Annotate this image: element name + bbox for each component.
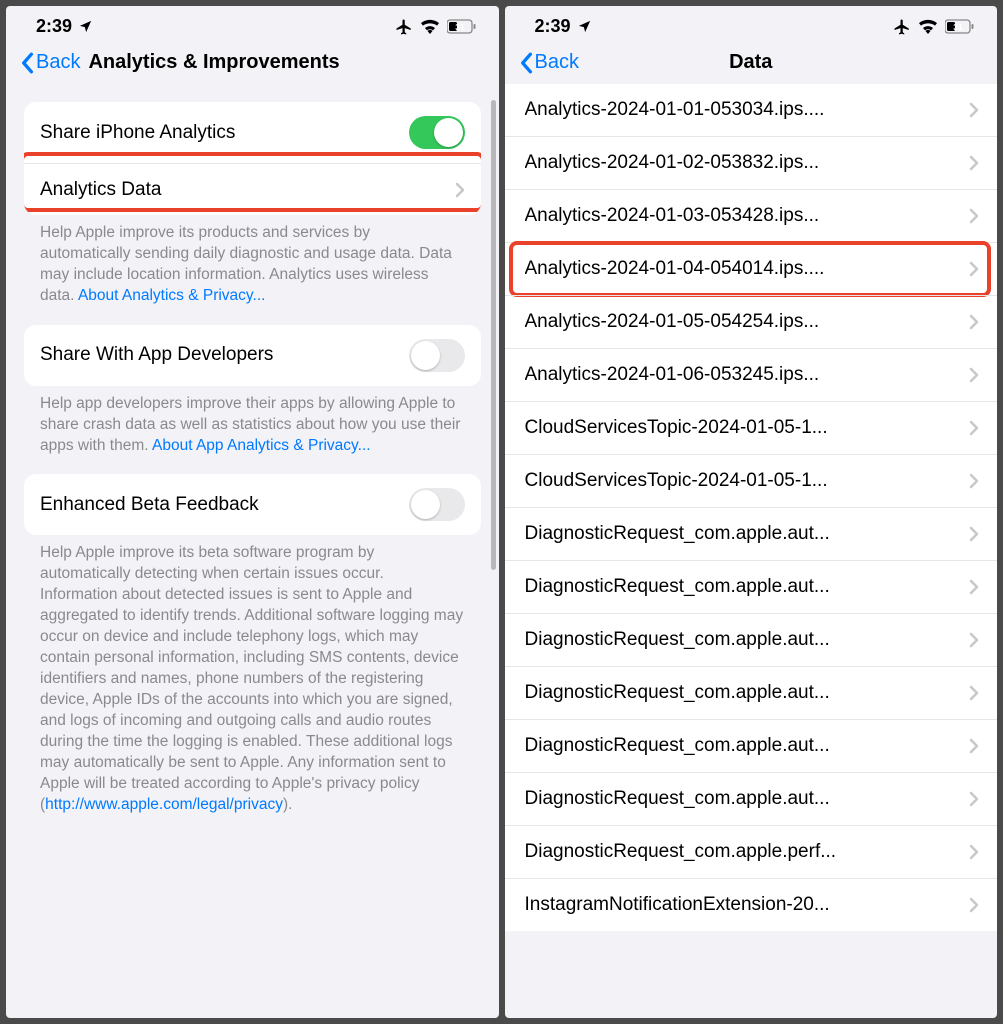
- data-row-label: DiagnosticRequest_com.apple.aut...: [525, 682, 970, 704]
- status-bar: 2:39 31: [6, 6, 499, 43]
- row-label: Share iPhone Analytics: [40, 122, 409, 144]
- data-row-label: Analytics-2024-01-02-053832.ips...: [525, 152, 970, 174]
- back-label: Back: [36, 51, 80, 74]
- data-row[interactable]: Analytics-2024-01-05-054254.ips...: [505, 295, 998, 348]
- link-privacy-policy[interactable]: http://www.apple.com/legal/privacy: [45, 796, 283, 813]
- toggle-beta-feedback[interactable]: [409, 488, 465, 521]
- data-row-label: Analytics-2024-01-05-054254.ips...: [525, 311, 970, 333]
- data-row[interactable]: DiagnosticRequest_com.apple.aut...: [505, 560, 998, 613]
- back-button[interactable]: Back: [20, 51, 80, 74]
- data-row-label: DiagnosticRequest_com.apple.aut...: [525, 523, 970, 545]
- row-beta-feedback[interactable]: Enhanced Beta Feedback: [24, 474, 481, 535]
- data-row-label: CloudServicesTopic-2024-01-05-1...: [525, 417, 970, 439]
- back-label: Back: [535, 51, 579, 74]
- chevron-right-icon: [969, 844, 979, 860]
- data-row-label: DiagnosticRequest_com.apple.aut...: [525, 735, 970, 757]
- data-row-label: Analytics-2024-01-01-053034.ips....: [525, 99, 970, 121]
- row-label: Enhanced Beta Feedback: [40, 494, 409, 516]
- airplane-icon: [893, 18, 911, 36]
- chevron-right-icon: [969, 208, 979, 224]
- location-icon: [577, 19, 592, 34]
- status-time: 2:39: [36, 16, 72, 37]
- data-row[interactable]: Analytics-2024-01-01-053034.ips....: [505, 84, 998, 136]
- data-row-label: Analytics-2024-01-03-053428.ips...: [525, 205, 970, 227]
- data-row-label: Analytics-2024-01-04-054014.ips....: [525, 258, 970, 280]
- row-share-developers[interactable]: Share With App Developers: [24, 325, 481, 386]
- row-share-analytics[interactable]: Share iPhone Analytics: [24, 102, 481, 163]
- svg-text:31: 31: [455, 22, 465, 32]
- scrollbar[interactable]: [491, 100, 496, 570]
- location-icon: [78, 19, 93, 34]
- toggle-share-analytics[interactable]: [409, 116, 465, 149]
- chevron-right-icon: [969, 897, 979, 913]
- data-row-label: DiagnosticRequest_com.apple.aut...: [525, 576, 970, 598]
- data-row[interactable]: DiagnosticRequest_com.apple.aut...: [505, 772, 998, 825]
- chevron-right-icon: [969, 738, 979, 754]
- data-row[interactable]: Analytics-2024-01-02-053832.ips...: [505, 136, 998, 189]
- airplane-icon: [395, 18, 413, 36]
- data-row[interactable]: InstagramNotificationExtension-20...: [505, 878, 998, 931]
- group-analytics: Share iPhone Analytics Analytics Data: [24, 102, 481, 215]
- chevron-right-icon: [969, 526, 979, 542]
- svg-text:31: 31: [953, 22, 963, 32]
- chevron-right-icon: [969, 420, 979, 436]
- nav-bar: Back Data: [505, 43, 998, 84]
- chevron-left-icon: [519, 52, 533, 74]
- chevron-right-icon: [969, 367, 979, 383]
- phone-right: 2:39 31 Back Data Analytics-2024-01-01-0…: [505, 6, 998, 1018]
- data-row[interactable]: DiagnosticRequest_com.apple.aut...: [505, 719, 998, 772]
- chevron-right-icon: [969, 261, 979, 277]
- row-label: Analytics Data: [40, 179, 455, 201]
- nav-bar: Back Analytics & Improvements: [6, 43, 499, 84]
- data-row[interactable]: DiagnosticRequest_com.apple.aut...: [505, 666, 998, 719]
- status-time: 2:39: [535, 16, 571, 37]
- data-row-label: DiagnosticRequest_com.apple.aut...: [525, 629, 970, 651]
- back-button[interactable]: Back: [519, 51, 579, 74]
- data-row-label: DiagnosticRequest_com.apple.aut...: [525, 788, 970, 810]
- toggle-share-developers[interactable]: [409, 339, 465, 372]
- data-list: Analytics-2024-01-01-053034.ips.... Analy…: [505, 84, 998, 931]
- chevron-left-icon: [20, 52, 34, 74]
- chevron-right-icon: [969, 632, 979, 648]
- chevron-right-icon: [969, 579, 979, 595]
- footer-beta: Help Apple improve its beta software pro…: [24, 535, 481, 815]
- status-bar: 2:39 31: [505, 6, 998, 43]
- data-row-label: Analytics-2024-01-06-053245.ips...: [525, 364, 970, 386]
- wifi-icon: [918, 19, 938, 34]
- data-row[interactable]: Analytics-2024-01-04-054014.ips....: [505, 242, 998, 295]
- chevron-right-icon: [969, 791, 979, 807]
- phone-left: 2:39 31 Back Analytics & Improvements Sh…: [6, 6, 499, 1018]
- page-title: Analytics & Improvements: [88, 51, 339, 74]
- footer-developers: Help app developers improve their apps b…: [24, 386, 481, 457]
- data-row-label: CloudServicesTopic-2024-01-05-1...: [525, 470, 970, 492]
- link-about-analytics[interactable]: About Analytics & Privacy...: [78, 287, 266, 304]
- group-beta: Enhanced Beta Feedback: [24, 474, 481, 535]
- data-row[interactable]: DiagnosticRequest_com.apple.aut...: [505, 613, 998, 666]
- battery-icon: 31: [945, 19, 975, 34]
- row-label: Share With App Developers: [40, 344, 409, 366]
- chevron-right-icon: [969, 685, 979, 701]
- wifi-icon: [420, 19, 440, 34]
- footer-analytics: Help Apple improve its products and serv…: [24, 215, 481, 307]
- row-analytics-data[interactable]: Analytics Data: [24, 163, 481, 215]
- link-about-app-analytics[interactable]: About App Analytics & Privacy...: [152, 437, 371, 454]
- data-row-label: InstagramNotificationExtension-20...: [525, 894, 970, 916]
- chevron-right-icon: [969, 155, 979, 171]
- data-row-label: DiagnosticRequest_com.apple.perf...: [525, 841, 970, 863]
- group-developers: Share With App Developers: [24, 325, 481, 386]
- data-row[interactable]: Analytics-2024-01-06-053245.ips...: [505, 348, 998, 401]
- data-row[interactable]: DiagnosticRequest_com.apple.aut...: [505, 507, 998, 560]
- chevron-right-icon: [969, 102, 979, 118]
- data-row[interactable]: CloudServicesTopic-2024-01-05-1...: [505, 401, 998, 454]
- chevron-right-icon: [969, 473, 979, 489]
- data-row[interactable]: Analytics-2024-01-03-053428.ips...: [505, 189, 998, 242]
- data-row[interactable]: DiagnosticRequest_com.apple.perf...: [505, 825, 998, 878]
- chevron-right-icon: [455, 182, 465, 198]
- battery-icon: 31: [447, 19, 477, 34]
- data-row[interactable]: CloudServicesTopic-2024-01-05-1...: [505, 454, 998, 507]
- chevron-right-icon: [969, 314, 979, 330]
